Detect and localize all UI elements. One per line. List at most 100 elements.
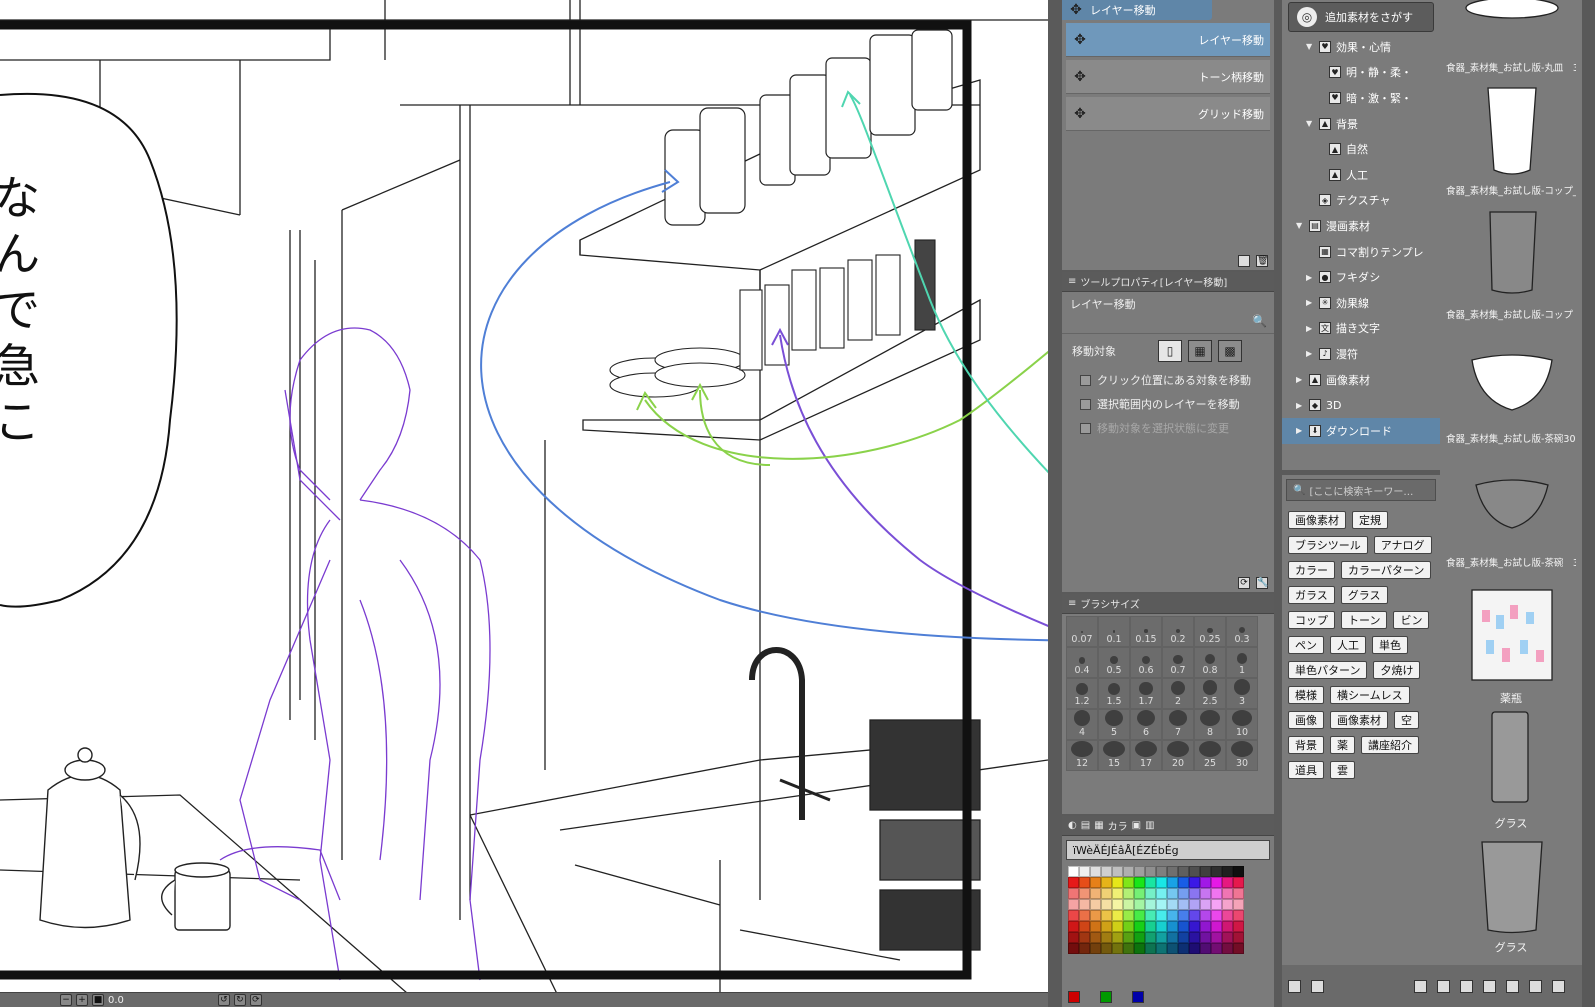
brush-size-preset[interactable]: 0.7 (1162, 647, 1194, 678)
color-swatch[interactable] (1167, 888, 1178, 899)
color-swatch[interactable] (1211, 899, 1222, 910)
color-swatch[interactable] (1233, 866, 1244, 877)
color-swatch[interactable] (1211, 921, 1222, 932)
brush-size-preset[interactable]: 1 (1226, 647, 1258, 678)
color-swatch[interactable] (1156, 910, 1167, 921)
tree-item[interactable]: ▲ 自然 (1282, 136, 1440, 162)
color-swatch[interactable] (1211, 932, 1222, 943)
brush-size-preset[interactable]: 0.6 (1130, 647, 1162, 678)
color-swatch[interactable] (1189, 899, 1200, 910)
magnifier-icon[interactable]: 🔍 (1252, 314, 1268, 330)
color-swatch[interactable] (1167, 899, 1178, 910)
color-swatch[interactable] (1145, 932, 1156, 943)
grid-target-icon[interactable]: ▩ (1218, 340, 1242, 362)
tag-chip[interactable]: 横シームレス (1330, 686, 1410, 704)
color-swatch[interactable] (1189, 877, 1200, 888)
color-swatch[interactable] (1189, 866, 1200, 877)
material-name[interactable]: 食器_素材集_お試し版-茶碗30° (1446, 431, 1576, 445)
tree-item[interactable]: ▦ コマ割りテンプレ (1282, 239, 1440, 265)
tree-item[interactable]: ▶ ✳ 効果線 (1282, 290, 1440, 316)
color-swatch[interactable] (1068, 888, 1079, 899)
color-swatch[interactable] (1233, 877, 1244, 888)
color-swatch[interactable] (1167, 877, 1178, 888)
tag-chip[interactable]: カラー (1288, 561, 1335, 579)
color-swatch[interactable] (1134, 888, 1145, 899)
color-wheel-tab-icon[interactable]: ◐ (1068, 820, 1077, 831)
brush-size-preset[interactable]: 0.2 (1162, 616, 1194, 647)
color-swatch[interactable] (1123, 899, 1134, 910)
expand-down-icon[interactable]: ▼ (1306, 119, 1314, 128)
color-swatch[interactable] (1079, 921, 1090, 932)
color-swatch[interactable] (1112, 910, 1123, 921)
color-swatch[interactable] (1233, 910, 1244, 921)
color-swatch[interactable] (1233, 932, 1244, 943)
expand-right-icon[interactable]: ▶ (1306, 324, 1314, 333)
color-swatch[interactable] (1156, 888, 1167, 899)
color-swatch[interactable] (1145, 866, 1156, 877)
brush-size-preset[interactable]: 17 (1130, 740, 1162, 771)
color-swatch[interactable] (1167, 932, 1178, 943)
color-swatch[interactable] (1156, 932, 1167, 943)
panel-menu-icon[interactable]: ≡ (1068, 276, 1076, 287)
intermediate-color-tab-icon[interactable]: ▣ (1132, 820, 1141, 831)
check-click-position[interactable]: クリック位置にある対象を移動 (1062, 368, 1274, 392)
color-swatch[interactable] (1112, 943, 1123, 954)
tag-chip[interactable]: 空 (1394, 711, 1419, 729)
trash-icon[interactable]: 🗑 (1256, 255, 1268, 267)
color-swatch[interactable] (1123, 943, 1134, 954)
sub-tool-tone-move[interactable]: ✥ トーン柄移動 (1066, 60, 1270, 94)
brush-size-preset[interactable]: 2 (1162, 678, 1194, 709)
list-view-icon[interactable] (1483, 979, 1496, 993)
rotate-left-icon[interactable]: ↺ (217, 994, 230, 1006)
color-swatch[interactable] (1233, 899, 1244, 910)
color-swatch[interactable] (1101, 910, 1112, 921)
color-swatch[interactable] (1200, 932, 1211, 943)
color-swatch[interactable] (1090, 910, 1101, 921)
color-swatch[interactable] (1189, 943, 1200, 954)
new-folder-icon[interactable] (1311, 979, 1324, 993)
color-swatch[interactable] (1101, 921, 1112, 932)
color-swatch[interactable] (1068, 943, 1079, 954)
brush-size-preset[interactable]: 7 (1162, 709, 1194, 740)
layer-target-icon[interactable]: ▯ (1158, 340, 1182, 362)
expand-down-icon[interactable]: ▼ (1296, 221, 1304, 230)
color-swatch[interactable] (1178, 877, 1189, 888)
color-swatch[interactable] (1156, 877, 1167, 888)
expand-right-icon[interactable]: ▶ (1306, 273, 1314, 282)
color-swatch[interactable] (1101, 866, 1112, 877)
material-name[interactable]: 食器_素材集_お試し版-丸皿 30 (1446, 60, 1576, 74)
brush-size-preset[interactable]: 8 (1194, 709, 1226, 740)
color-swatch[interactable] (1090, 921, 1101, 932)
brush-size-preset[interactable]: 30 (1226, 740, 1258, 771)
brush-size-preset[interactable]: 0.15 (1130, 616, 1162, 647)
color-swatch[interactable] (1101, 899, 1112, 910)
brush-size-preset[interactable]: 0.07 (1066, 616, 1098, 647)
tag-chip[interactable]: 雲 (1330, 761, 1355, 779)
color-swatch[interactable] (1145, 888, 1156, 899)
tree-item[interactable]: ▼ ▤ 漫画素材 (1282, 213, 1440, 239)
color-swatch[interactable] (1090, 932, 1101, 943)
color-swatch[interactable] (1233, 888, 1244, 899)
check-selection-layers[interactable]: 選択範囲内のレイヤーを移動 (1062, 392, 1274, 416)
brush-size-preset[interactable]: 5 (1098, 709, 1130, 740)
color-swatch[interactable] (1068, 866, 1079, 877)
color-swatch[interactable] (1189, 910, 1200, 921)
brush-size-preset[interactable]: 15 (1098, 740, 1130, 771)
tree-item[interactable]: ▶ ♪ 漫符 (1282, 341, 1440, 367)
color-swatch[interactable] (1145, 921, 1156, 932)
settings-icon[interactable] (1552, 979, 1565, 993)
color-swatch[interactable] (1134, 932, 1145, 943)
tree-item[interactable]: ♥ 明・静・柔・ (1282, 60, 1440, 86)
tag-chip[interactable]: 単色パターン (1288, 661, 1368, 679)
reset-icon[interactable]: ⟳ (1238, 577, 1250, 589)
color-swatch[interactable] (1123, 921, 1134, 932)
color-swatch[interactable] (1134, 910, 1145, 921)
brush-size-preset[interactable]: 1.2 (1066, 678, 1098, 709)
tree-item[interactable]: ▲ 人工 (1282, 162, 1440, 188)
tree-item[interactable]: ▶ 文描き文字 (1282, 316, 1440, 342)
tree-item[interactable]: ▼ ▲ 背景 (1282, 111, 1440, 137)
color-swatch[interactable] (1079, 932, 1090, 943)
color-swatch[interactable] (1167, 910, 1178, 921)
tree-item[interactable]: ▶ ▲ 画像素材 (1282, 367, 1440, 393)
color-swatch[interactable] (1112, 932, 1123, 943)
